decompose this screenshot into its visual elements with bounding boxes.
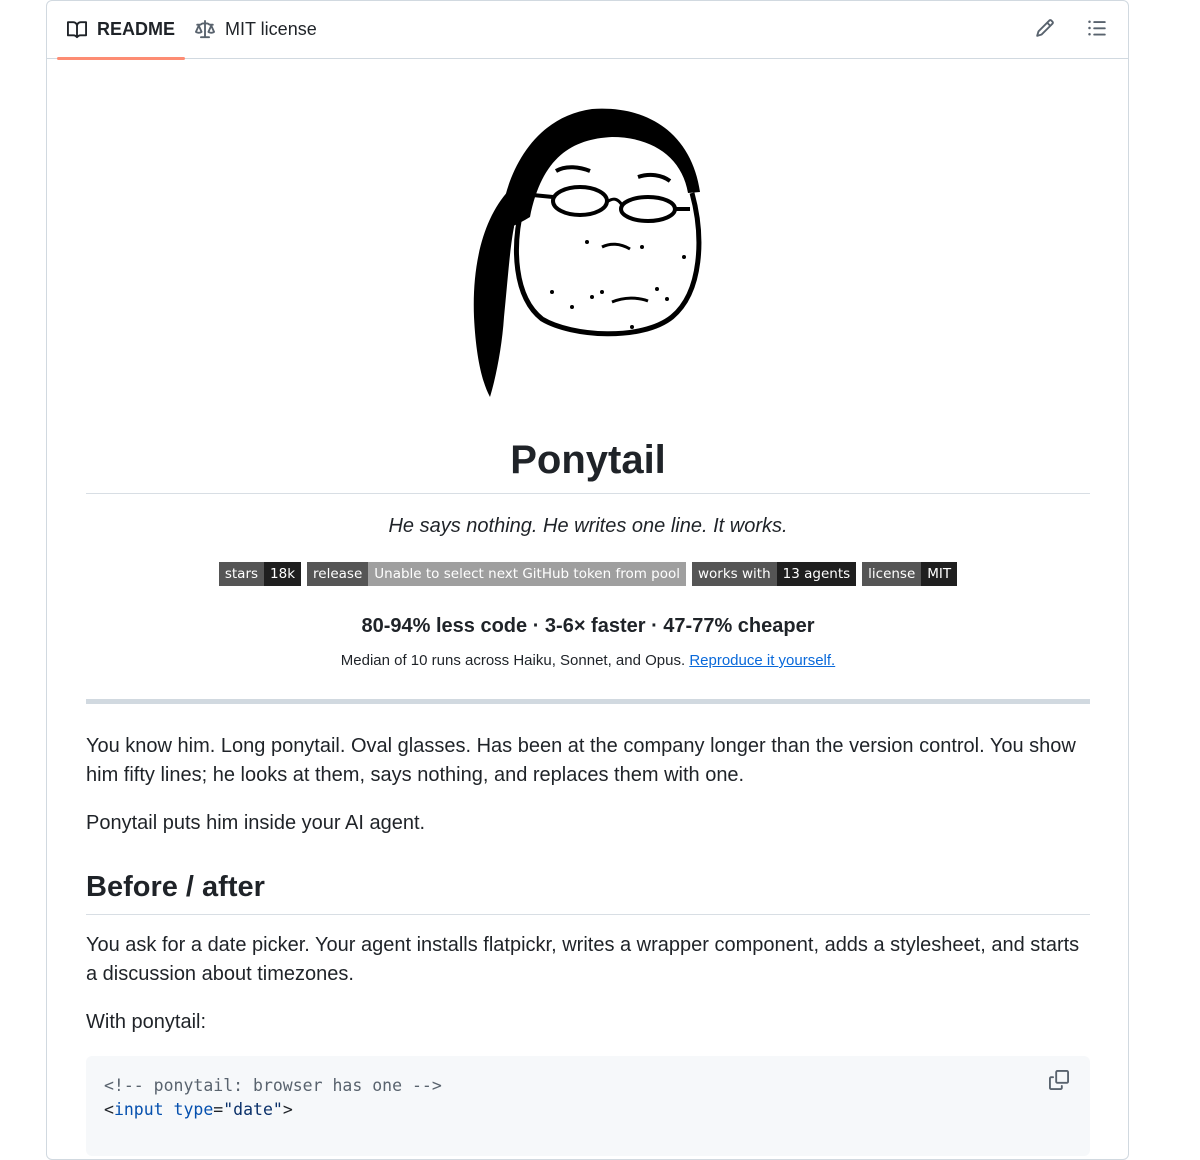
badge-stars[interactable]: stars 18k [218, 562, 302, 586]
badge-release-value: Unable to select next GitHub token from … [368, 562, 686, 586]
tab-mit-license-label: MIT license [225, 19, 317, 39]
code-equals: = [213, 1100, 224, 1119]
code-line-comment: <!-- ponytail: browser has one --> [104, 1074, 1072, 1098]
agent-paragraph: Ponytail puts him inside your AI agent. [86, 812, 426, 834]
code-line-input: <input type="date"> [104, 1098, 1072, 1122]
code-comment: <!-- ponytail: browser has one --> [104, 1076, 442, 1095]
edit-file-button[interactable] [1032, 17, 1058, 43]
ponytail-avatar [452, 97, 728, 407]
badge-license-label: license [862, 562, 922, 586]
with-ponytail-paragraph: With ponytail: [86, 1011, 207, 1033]
tab-readme[interactable]: README [57, 1, 186, 60]
badge-works-with-value: 13 agents [776, 562, 857, 586]
pencil-icon [1035, 18, 1055, 43]
badge-works-with-label: works with [692, 562, 777, 586]
badge-row: stars 18k release Unable to select next … [86, 562, 1090, 586]
median-text: Median of 10 runs across Haiku, Sonnet, … [340, 652, 686, 669]
badge-stars-value: 18k [264, 562, 302, 586]
code-tag: input [113, 1100, 164, 1119]
stats-line: 80-94% less code · 3-6× faster · 47-77% … [361, 615, 815, 637]
copy-code-button[interactable] [1046, 1069, 1072, 1097]
code-close-bracket: > [282, 1100, 293, 1119]
scale-icon [195, 19, 216, 40]
list-icon [1087, 18, 1107, 43]
book-icon [67, 20, 87, 40]
outline-button[interactable] [1084, 17, 1110, 43]
code-value: "date" [223, 1100, 283, 1119]
readme-tabbar: README MIT license [47, 1, 1128, 60]
reproduce-link[interactable]: Reproduce it yourself. [689, 652, 835, 669]
badge-stars-label: stars [218, 562, 265, 586]
tab-readme-label: README [97, 19, 176, 39]
intro-paragraph: You know him. Long ponytail. Oval glasse… [86, 735, 1076, 786]
badge-license[interactable]: license MIT [862, 562, 958, 586]
median-line: Median of 10 runs across Haiku, Sonnet, … [86, 652, 1090, 669]
section-heading-before-after: Before / after [86, 867, 1090, 915]
badge-release-label: release [307, 562, 369, 586]
badge-release[interactable]: release Unable to select next GitHub tok… [307, 562, 686, 586]
tab-mit-license[interactable]: MIT license [185, 1, 327, 59]
readme-title: Ponytail [86, 431, 1090, 494]
readme-card: README MIT license Ponytail He says noth… [46, 0, 1129, 1160]
divider [86, 699, 1090, 704]
date-picker-paragraph: You ask for a date picker. Your agent in… [86, 934, 1080, 985]
code-open-bracket: < [104, 1100, 114, 1119]
code-block: <!-- ponytail: browser has one --> <inpu… [86, 1056, 1090, 1156]
badge-license-value: MIT [921, 562, 958, 586]
code-attr: type [173, 1100, 214, 1119]
copy-icon [1049, 1069, 1069, 1097]
badge-works-with[interactable]: works with 13 agents [692, 562, 857, 586]
readme-tagline: He says nothing. He writes one line. It … [388, 515, 788, 537]
